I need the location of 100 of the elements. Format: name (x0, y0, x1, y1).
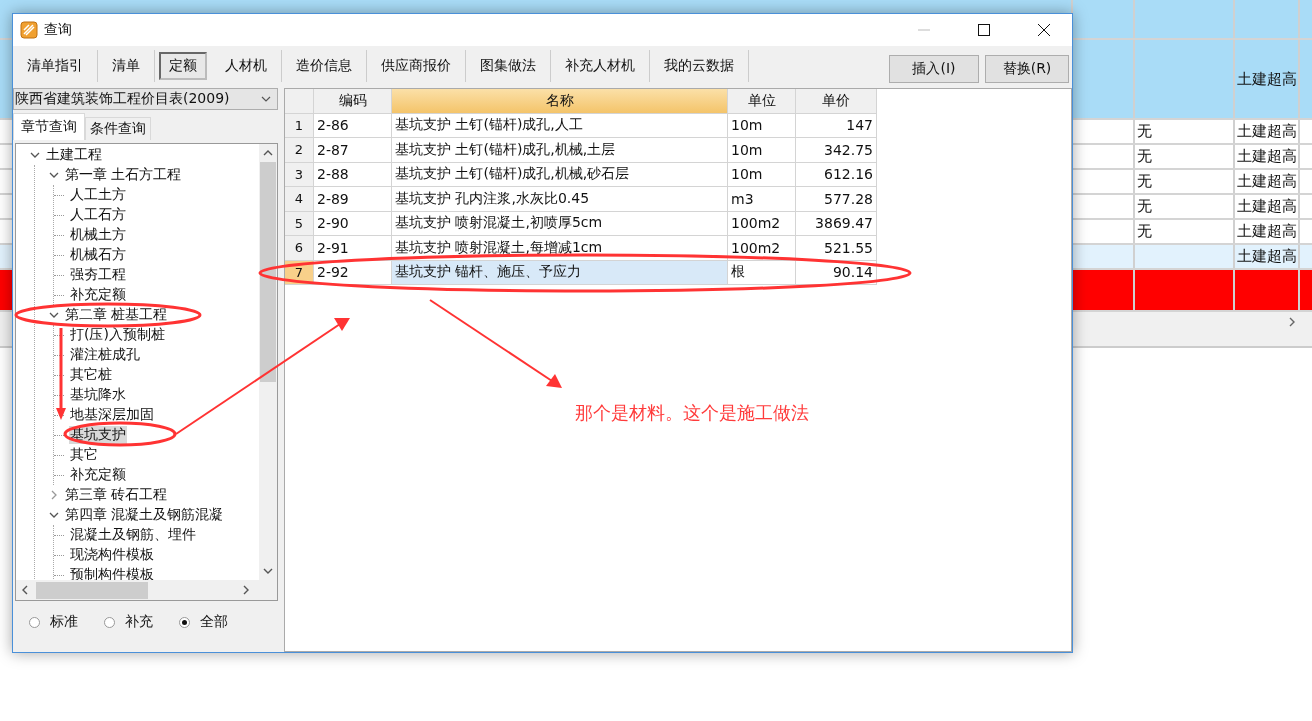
scroll-up-icon[interactable] (263, 150, 273, 156)
library-dropdown[interactable]: 陕西省建筑装饰工程价目表(2009) (13, 88, 278, 110)
tab[interactable]: 章节查询 (13, 113, 85, 140)
tree-item[interactable]: 机械土方 (69, 226, 127, 244)
tab[interactable]: 条件查询 (85, 117, 151, 140)
column-header[interactable]: 名称 (392, 89, 728, 114)
table-cell: 2-89 (314, 187, 392, 212)
table-cell: 100m2 (728, 211, 796, 236)
tree-item[interactable]: 补充定额 (69, 466, 127, 484)
table-cell: 10m (728, 138, 796, 163)
app-icon (20, 21, 38, 39)
row-number[interactable]: 3 (285, 162, 314, 187)
radio-button[interactable] (29, 616, 40, 628)
table-cell: 147 (796, 113, 877, 138)
tree-item[interactable]: 地基深层加固 (69, 406, 155, 424)
chevron-icon[interactable] (49, 310, 59, 320)
chevron-icon[interactable] (30, 150, 40, 160)
table-cell: 基坑支护 土钉(锚杆)成孔,人工 (392, 113, 728, 138)
tab[interactable]: 清单 (98, 50, 155, 82)
tree-item[interactable]: 混凝土及钢筋、埋件 (69, 526, 197, 544)
scroll-left-icon[interactable] (22, 585, 28, 595)
tree-item[interactable]: 人工土方 (69, 186, 127, 204)
tree-item[interactable]: 灌注桩成孔 (69, 346, 141, 364)
tree-item[interactable]: 其它 (69, 446, 99, 464)
sheet-cell: 土建超高 (1237, 247, 1297, 266)
tab[interactable]: 人材机 (211, 50, 282, 82)
scroll-down-icon[interactable] (263, 568, 273, 574)
maximize-icon[interactable] (978, 24, 990, 36)
tree-item[interactable]: 现浇构件模板 (69, 546, 155, 564)
tree-item[interactable]: 第三章 砖石工程 (64, 486, 169, 504)
sheet-cell: 无 (1137, 172, 1152, 191)
chevron-icon[interactable] (49, 510, 59, 520)
row-number[interactable]: 5 (285, 211, 314, 236)
tree-item[interactable]: 强夯工程 (69, 266, 127, 284)
sheet-cell: 土建超高 (1237, 147, 1297, 166)
tree-item[interactable]: 打(压)入预制桩 (69, 326, 166, 344)
tree-item[interactable]: 第四章 混凝土及钢筋混凝 (64, 506, 225, 524)
tab[interactable]: 定额 (159, 52, 207, 80)
table-cell: 根 (728, 260, 796, 285)
tree-item[interactable]: 其它桩 (69, 366, 113, 384)
table-cell: 基坑支护 土钉(锚杆)成孔,机械,土层 (392, 138, 728, 163)
radio-button[interactable] (104, 616, 115, 628)
scrollbar-thumb[interactable] (36, 581, 148, 599)
table-cell: 100m2 (728, 236, 796, 261)
row-number[interactable]: 2 (285, 138, 314, 163)
radio-label: 补充 (125, 613, 153, 631)
sheet-cell: 土建超高 (1237, 222, 1297, 241)
sheet-cell: 土建超高 (1237, 69, 1297, 89)
sheet-cell: 土建超高 (1237, 172, 1297, 191)
corner-cell (285, 89, 314, 114)
tab[interactable]: 造价信息 (282, 50, 367, 82)
row-number[interactable]: 1 (285, 113, 314, 138)
table-cell: 2-88 (314, 162, 392, 187)
sheet-cell: 土建超高 (1237, 122, 1297, 141)
sheet-cell: 无 (1137, 122, 1152, 141)
annotation-note: 那个是材料。这个是施工做法 (575, 401, 809, 425)
table-cell: 基坑支护 土钉(锚杆)成孔,机械,砂石层 (392, 162, 728, 187)
table-cell: 10m (728, 162, 796, 187)
column-header[interactable]: 编码 (314, 89, 392, 114)
scroll-right-icon[interactable] (243, 585, 249, 595)
row-number[interactable]: 6 (285, 236, 314, 261)
tree-item[interactable]: 基坑降水 (69, 386, 127, 404)
table-cell: 10m (728, 113, 796, 138)
table-cell: 2-86 (314, 113, 392, 138)
radio-label: 全部 (200, 613, 228, 631)
table-cell: 2-87 (314, 138, 392, 163)
tree-item[interactable]: 第一章 土石方工程 (64, 166, 183, 184)
tree-item[interactable]: 第二章 桩基工程 (64, 306, 169, 324)
tab[interactable]: 图集做法 (466, 50, 551, 82)
action-button[interactable]: 插入(I) (889, 55, 979, 83)
scroll-right-icon[interactable] (1288, 317, 1296, 327)
tree-item[interactable]: 机械石方 (69, 246, 127, 264)
table-cell: 521.55 (796, 236, 877, 261)
caret-icon (261, 96, 271, 102)
table-cell: 基坑支护 喷射混凝土,初喷厚5cm (392, 211, 728, 236)
table-cell: 基坑支护 喷射混凝土,每增减1cm (392, 236, 728, 261)
table-cell: 基坑支护 孔内注浆,水灰比0.45 (392, 187, 728, 212)
scrollbar-thumb[interactable] (260, 162, 276, 382)
tab[interactable]: 供应商报价 (367, 50, 466, 82)
column-header[interactable]: 单价 (796, 89, 877, 114)
table-cell: 2-90 (314, 211, 392, 236)
close-icon[interactable] (1038, 24, 1050, 36)
action-button[interactable]: 替换(R) (985, 55, 1069, 83)
radio-label: 标准 (50, 613, 78, 631)
table-cell: 基坑支护 锚杆、施压、予应力 (392, 260, 728, 285)
tree-item[interactable]: 人工石方 (69, 206, 127, 224)
tree-item[interactable]: 补充定额 (69, 286, 127, 304)
table-cell: m3 (728, 187, 796, 212)
window-title: 查询 (44, 21, 72, 39)
tab[interactable]: 我的云数据 (650, 50, 749, 82)
tree-item[interactable]: 土建工程 (45, 146, 103, 164)
sheet-cell: 无 (1137, 197, 1152, 216)
tab[interactable]: 清单指引 (13, 50, 98, 82)
column-header[interactable]: 单位 (728, 89, 796, 114)
row-number[interactable]: 4 (285, 187, 314, 212)
table-cell: 577.28 (796, 187, 877, 212)
chevron-icon[interactable] (49, 170, 59, 180)
tab[interactable]: 补充人材机 (551, 50, 650, 82)
table-cell: 3869.47 (796, 211, 877, 236)
radio-button[interactable] (179, 616, 190, 628)
